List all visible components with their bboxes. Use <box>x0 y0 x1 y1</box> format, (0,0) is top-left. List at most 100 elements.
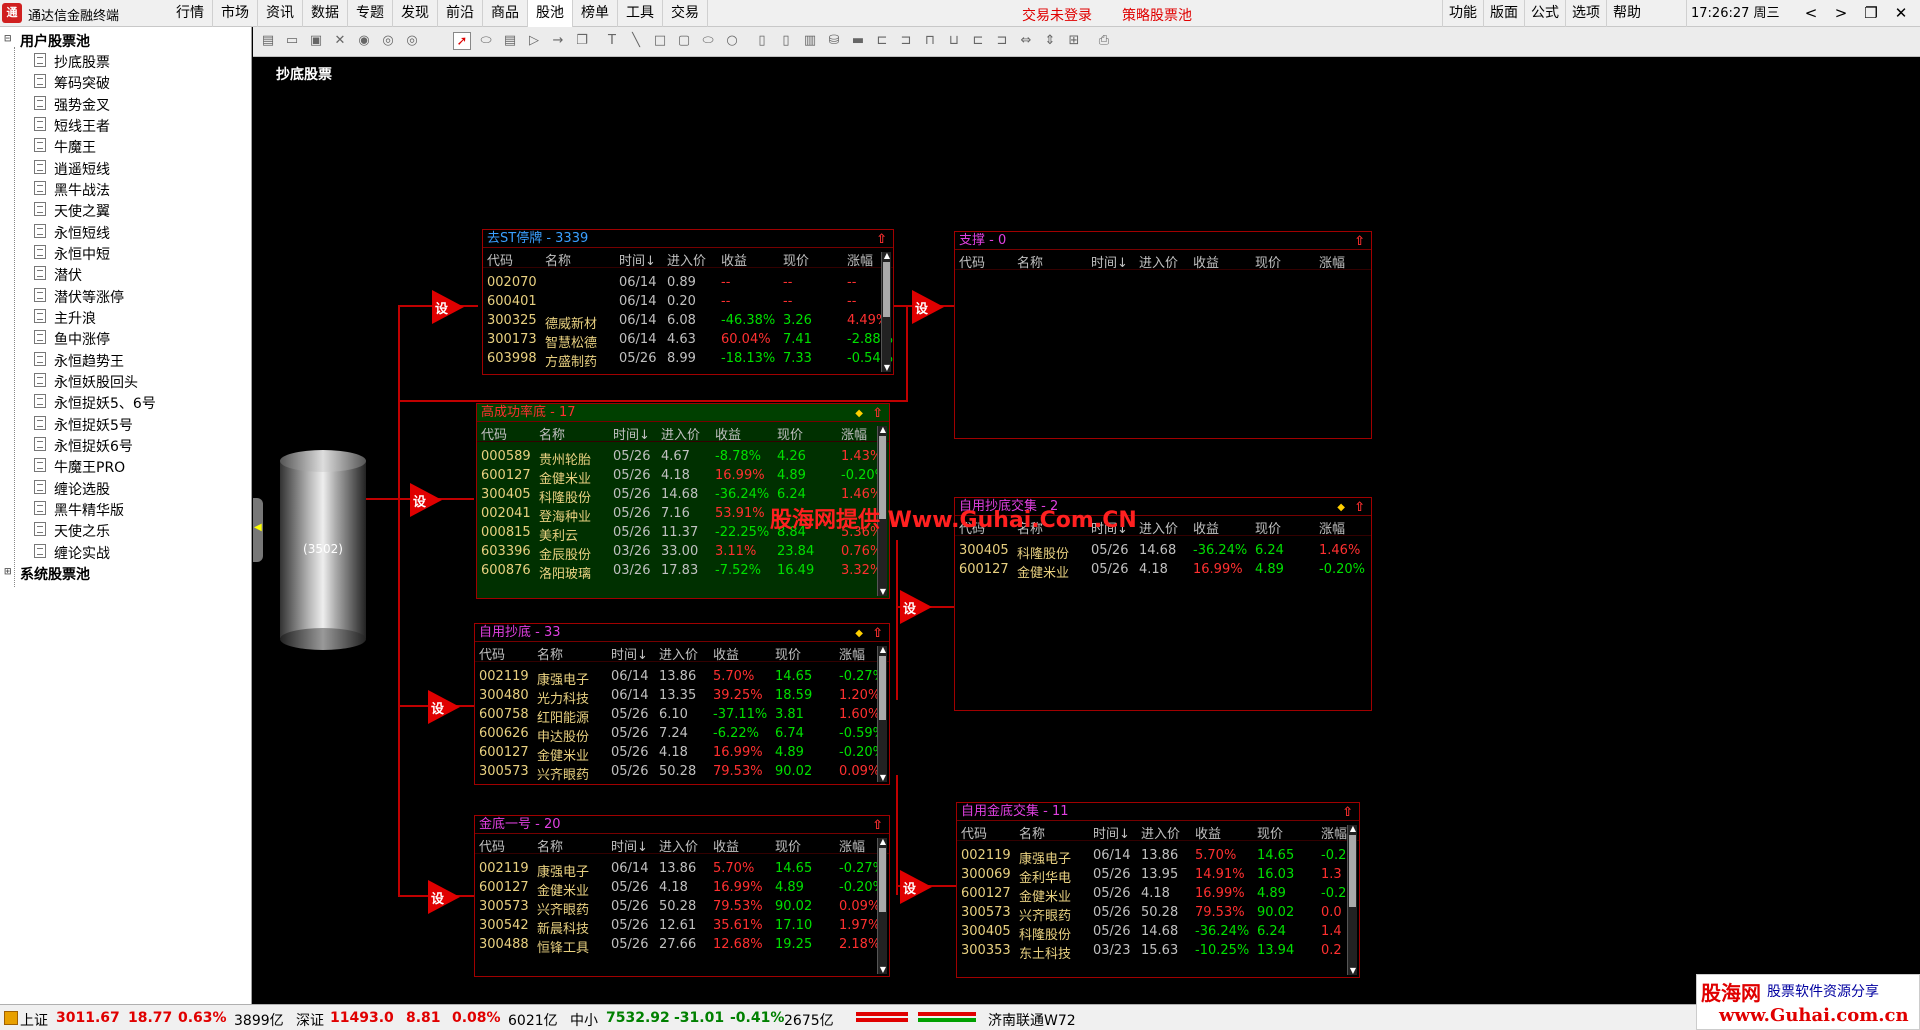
scroll-up-icon[interactable]: ▲ <box>878 646 888 654</box>
sh-label[interactable]: 上证 <box>20 1010 48 1030</box>
tree-item[interactable]: 永恒趋势王 <box>34 351 124 371</box>
column-header[interactable]: 现价 <box>775 836 801 855</box>
column-header[interactable]: 涨幅 <box>841 424 867 443</box>
diamond-icon[interactable]: ◆ <box>855 405 863 423</box>
scroll-up-icon[interactable]: ▲ <box>1348 825 1358 833</box>
same-size-icon[interactable]: ⊞ <box>1065 32 1083 50</box>
panel-title-bar[interactable]: 自用金底交集 - 11 ⇧ <box>957 803 1359 821</box>
tree-item[interactable]: 永恒捉妖5、6号 <box>34 393 156 413</box>
set-trigger-3[interactable]: 设 <box>428 690 460 724</box>
tree-item[interactable]: 潜伏 <box>34 265 82 285</box>
same-height-icon[interactable]: ⇕ <box>1041 32 1059 50</box>
table-row[interactable]: 600876 洛阳玻璃 03/26 17.83 -7.52% 16.49 3.32% <box>477 562 889 582</box>
menu-shuju[interactable]: 数据 <box>303 0 348 27</box>
pause-icon[interactable]: ◎ <box>379 32 397 50</box>
tree-item[interactable]: 永恒中短 <box>34 244 110 264</box>
column-header[interactable]: 进入价 <box>659 644 698 663</box>
column-header[interactable]: 收益 <box>1195 823 1221 842</box>
layer-icon[interactable]: ▯ <box>753 32 771 50</box>
sz-label[interactable]: 深证 <box>296 1010 324 1030</box>
tree-item[interactable]: 筹码突破 <box>34 73 110 93</box>
stock-panel-p5[interactable]: 支撑 - 0 ⇧ 代码 名称 时间↓ 进入价 收益 现价 涨幅 <box>954 231 1372 439</box>
table-row[interactable]: 002119 康强电子 06/14 13.86 5.70% 14.65 -0.27% <box>475 860 889 880</box>
menu-zhuanti[interactable]: 专题 <box>348 0 393 27</box>
menu-banmian[interactable]: 版面 <box>1483 0 1524 27</box>
rect-icon[interactable]: □ <box>651 32 669 50</box>
align-middle-icon[interactable]: ⊏ <box>969 32 987 50</box>
set-trigger-1[interactable]: 设 <box>432 290 464 324</box>
column-header[interactable]: 名称 <box>1017 252 1043 271</box>
diamond-icon[interactable]: ◆ <box>1337 499 1345 517</box>
column-header[interactable]: 代码 <box>487 250 513 269</box>
copy-icon[interactable]: ❐ <box>573 32 591 50</box>
panel-up-arrow-icon[interactable]: ⇧ <box>876 231 887 249</box>
tree-root-user[interactable]: ⊟ 用户股票池 <box>4 31 90 51</box>
table-icon[interactable]: ▤ <box>501 32 519 50</box>
scroll-up-icon[interactable]: ▲ <box>878 838 888 846</box>
column-header[interactable]: 进入价 <box>1139 518 1178 537</box>
column-header[interactable]: 现价 <box>777 424 803 443</box>
menu-gongshi[interactable]: 公式 <box>1524 0 1565 27</box>
tree-item[interactable]: 潜伏等涨停 <box>34 287 124 307</box>
panel-scrollbar[interactable]: ▲ ▼ <box>877 838 887 974</box>
set-trigger-4[interactable]: 设 <box>428 880 460 914</box>
set-trigger-5[interactable]: 设 <box>912 290 944 324</box>
table-row[interactable]: 300405 科隆股份 05/26 14.68 -36.24% 6.24 1.4 <box>957 923 1359 943</box>
table-row[interactable]: 600626 申达股份 05/26 7.24 -6.22% 6.74 -0.59% <box>475 725 889 745</box>
menu-zixun[interactable]: 资讯 <box>258 0 303 27</box>
column-header[interactable]: 涨幅 <box>839 644 865 663</box>
column-header[interactable]: 进入价 <box>659 836 698 855</box>
align-center-icon[interactable]: ⊐ <box>897 32 915 50</box>
column-header[interactable]: 现价 <box>1257 823 1283 842</box>
panel-title-bar[interactable]: 自用抄底 - 33 ◆ ⇧ <box>475 624 889 642</box>
panel-title-bar[interactable]: 高成功率底 - 17 ◆ ⇧ <box>477 404 889 422</box>
run-icon[interactable]: ◉ <box>355 32 373 50</box>
delete-icon[interactable]: ✕ <box>331 32 349 50</box>
panel-scrollbar[interactable]: ▲ ▼ <box>1347 825 1357 975</box>
panel-scrollbar[interactable]: ▲ ▼ <box>881 252 891 372</box>
stop-icon[interactable]: ◎ <box>403 32 421 50</box>
new-icon[interactable]: ▤ <box>259 32 277 50</box>
column-header[interactable]: 涨幅 <box>839 836 865 855</box>
triangle-icon[interactable]: ▷ <box>525 32 543 50</box>
column-header[interactable]: 收益 <box>1193 518 1219 537</box>
menu-qianyan[interactable]: 前沿 <box>438 0 483 27</box>
panel-title-bar[interactable]: 金底一号 - 20 ⇧ <box>475 816 889 834</box>
menu-guchi[interactable]: 股池 <box>528 0 573 27</box>
column-header[interactable]: 涨幅 <box>1321 823 1347 842</box>
table-row[interactable]: 002119 康强电子 06/14 13.86 5.70% 14.65 -0.27% <box>475 668 889 688</box>
tree-item[interactable]: 永恒短线 <box>34 223 110 243</box>
tree-item[interactable]: 短线王者 <box>34 116 110 136</box>
pointer-icon[interactable]: ➚ <box>453 32 471 50</box>
column-header[interactable]: 代码 <box>959 252 985 271</box>
column-header[interactable]: 代码 <box>961 823 987 842</box>
menu-hangqing[interactable]: 行情 <box>168 0 213 27</box>
scroll-thumb[interactable] <box>1349 835 1356 907</box>
column-header[interactable]: 收益 <box>713 836 739 855</box>
scroll-up-icon[interactable]: ▲ <box>878 426 888 434</box>
column-header[interactable]: 名称 <box>1019 823 1045 842</box>
column-header[interactable]: 进入价 <box>667 250 706 269</box>
column-header[interactable]: 时间↓ <box>619 250 656 269</box>
menu-bangdan[interactable]: 榜单 <box>573 0 618 27</box>
table-row[interactable]: 000589 贵州轮胎 05/26 4.67 -8.78% 4.26 1.43% <box>477 448 889 468</box>
column-header[interactable]: 进入价 <box>661 424 700 443</box>
panel-up-arrow-icon[interactable]: ⇧ <box>872 625 883 643</box>
column-header[interactable]: 名称 <box>545 250 571 269</box>
strategy-pool-link[interactable]: 策略股票池 <box>1122 5 1192 25</box>
scroll-thumb[interactable] <box>883 262 890 317</box>
menu-gongju[interactable]: 工具 <box>618 0 663 27</box>
diamond-icon[interactable]: ◆ <box>855 625 863 643</box>
scroll-up-icon[interactable]: ▲ <box>882 252 892 260</box>
stock-panel-p3[interactable]: 自用抄底 - 33 ◆ ⇧ 代码 名称 时间↓ 进入价 收益 现价 涨幅 002119 康强电子 06/… <box>474 623 890 785</box>
tree-root-system[interactable]: ⊞ 系统股票池 <box>4 564 90 584</box>
align-bottom-icon[interactable]: ⊐ <box>993 32 1011 50</box>
tree-item[interactable]: 永恒捉妖6号 <box>34 436 133 456</box>
stock-panel-p1[interactable]: 去ST停牌 - 3339 ⇧ 代码 名称 时间↓ 进入价 收益 现价 涨幅 002070 06/14… <box>482 229 894 375</box>
table-row[interactable]: 603396 金辰股份 03/26 33.00 3.11% 23.84 0.76% <box>477 543 889 563</box>
stock-source-cylinder[interactable]: (3502) <box>280 450 366 650</box>
align-right-icon[interactable]: ⊓ <box>921 32 939 50</box>
menu-shangpin[interactable]: 商品 <box>483 0 528 27</box>
tree-item[interactable]: 牛魔王PRO <box>34 457 125 477</box>
menu-xuanxiang[interactable]: 选项 <box>1565 0 1606 27</box>
